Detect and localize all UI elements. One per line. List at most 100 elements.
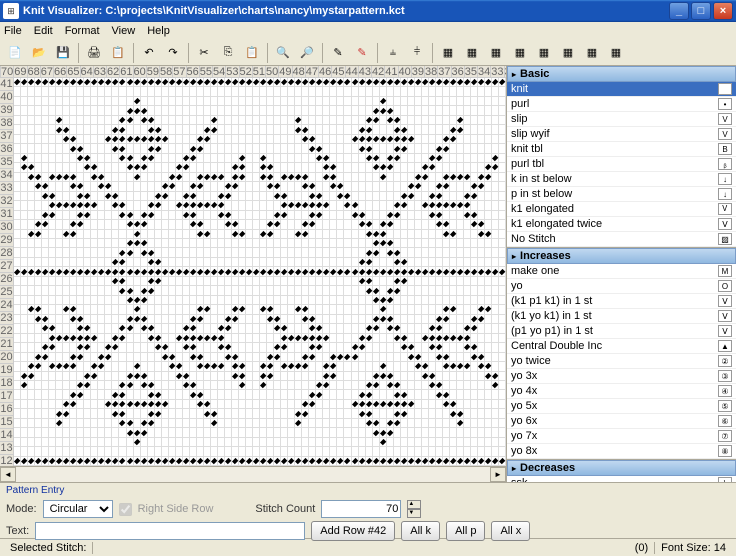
stitch-item[interactable]: ssk\	[507, 476, 736, 482]
copy-icon[interactable]: ⎘	[217, 42, 239, 64]
pattern-entry-title: Pattern Entry	[6, 485, 730, 496]
align-center-icon[interactable]: ⫩	[406, 42, 428, 64]
grid5-icon[interactable]: ▦	[533, 42, 555, 64]
menu-bar: File Edit Format View Help	[0, 22, 736, 40]
stitch-symbol-icon	[718, 83, 732, 95]
app-icon: ⊞	[3, 3, 19, 19]
stitch-symbol-icon: ↓	[718, 188, 732, 200]
scroll-left-icon[interactable]: ◄	[0, 467, 16, 482]
stitch-item[interactable]: (p1 yo p1) in 1 stꓦ	[507, 324, 736, 339]
chevron-right-icon: ▸	[512, 70, 516, 79]
add-row-button[interactable]: Add Row #42	[311, 521, 395, 541]
grid3-icon[interactable]: ▦	[485, 42, 507, 64]
stitch-item[interactable]: knit	[507, 82, 736, 97]
menu-format[interactable]: Format	[65, 25, 100, 37]
grid2-icon[interactable]: ▦	[461, 42, 483, 64]
text-input[interactable]	[35, 522, 305, 540]
stitch-item[interactable]: No Stitch▨	[507, 232, 736, 247]
open-icon[interactable]: 📂	[28, 42, 50, 64]
stitch-item[interactable]: yoO	[507, 279, 736, 294]
stitch-symbol-icon: ▲	[718, 340, 732, 352]
scroll-right-icon[interactable]: ►	[490, 467, 506, 482]
stitch-item[interactable]: yo 7x⑦	[507, 429, 736, 444]
stitch-item[interactable]: yo 5x⑤	[507, 399, 736, 414]
rsr-checkbox	[119, 503, 132, 516]
category-header[interactable]: ▸Increases	[507, 248, 736, 264]
all-k-button[interactable]: All k	[401, 521, 440, 541]
menu-edit[interactable]: Edit	[34, 25, 53, 37]
mode-select[interactable]: Circular	[43, 500, 113, 518]
stitch-symbol-icon: V	[718, 113, 732, 125]
stitch-symbol-icon: ②	[718, 355, 732, 367]
stitch-item[interactable]: yo twice②	[507, 354, 736, 369]
grid1-icon[interactable]: ▦	[437, 42, 459, 64]
stitch-symbol-icon: B	[718, 143, 732, 155]
spinner-up-icon[interactable]: ▲	[407, 500, 421, 509]
maximize-button[interactable]: □	[691, 2, 711, 20]
stitch-symbol-icon: ꓦ	[718, 325, 732, 337]
pencil-icon[interactable]: ✎	[327, 42, 349, 64]
stitch-item[interactable]: p in st below↓	[507, 187, 736, 202]
undo-icon[interactable]: ↶	[138, 42, 160, 64]
text-label: Text:	[6, 525, 29, 537]
stitch-item[interactable]: k1 elongated twiceꓦ	[507, 217, 736, 232]
stitch-item[interactable]: (k1 yo k1) in 1 stꓦ	[507, 309, 736, 324]
stitch-symbol-icon: V	[718, 128, 732, 140]
stitch-item[interactable]: yo 6x⑥	[507, 414, 736, 429]
stitch-item[interactable]: knit tblB	[507, 142, 736, 157]
save-icon[interactable]: 💾	[52, 42, 74, 64]
zoom-out-icon[interactable]: 🔎	[296, 42, 318, 64]
chevron-right-icon: ▸	[512, 252, 516, 261]
stitch-symbol-icon: ③	[718, 370, 732, 382]
stitch-item[interactable]: yo 3x③	[507, 369, 736, 384]
stitch-symbol-icon: ⑧	[718, 445, 732, 457]
stitch-item[interactable]: k1 elongatedᏙ	[507, 202, 736, 217]
stitch-item[interactable]: slipV	[507, 112, 736, 127]
stitch-symbol-icon: •	[718, 98, 732, 110]
all-p-button[interactable]: All p	[446, 521, 485, 541]
title-bar: ⊞ Knit Visualizer: C:\projects\KnitVisua…	[0, 0, 736, 22]
redo-icon[interactable]: ↷	[162, 42, 184, 64]
stitch-item[interactable]: k in st below↓	[507, 172, 736, 187]
toolbar: 📄 📂 💾 🖨 📋 ↶ ↷ ✂ ⎘ 📋 🔍 🔎 ✎ ✎ ⫨ ⫩ ▦ ▦ ▦ ▦ …	[0, 40, 736, 66]
spinner-down-icon[interactable]: ▼	[407, 509, 421, 518]
menu-help[interactable]: Help	[147, 25, 170, 37]
grid6-icon[interactable]: ▦	[557, 42, 579, 64]
stitch-item[interactable]: (k1 p1 k1) in 1 stꓦ	[507, 294, 736, 309]
stitch-item[interactable]: yo 4x④	[507, 384, 736, 399]
stitch-symbol-icon: M	[718, 265, 732, 277]
grid8-icon[interactable]: ▦	[605, 42, 627, 64]
menu-view[interactable]: View	[112, 25, 136, 37]
align-left-icon[interactable]: ⫨	[382, 42, 404, 64]
stitch-item[interactable]: purl•	[507, 97, 736, 112]
stitch-item[interactable]: make oneM	[507, 264, 736, 279]
menu-file[interactable]: File	[4, 25, 22, 37]
stitch-item[interactable]: Central Double Inc▲	[507, 339, 736, 354]
paste-icon[interactable]: 📋	[241, 42, 263, 64]
category-header[interactable]: ▸Decreases	[507, 460, 736, 476]
grid4-icon[interactable]: ▦	[509, 42, 531, 64]
stitch-item[interactable]: slip wyifV	[507, 127, 736, 142]
stitch-count-input[interactable]	[321, 500, 401, 518]
stitch-item[interactable]: yo 8x⑧	[507, 444, 736, 459]
grid7-icon[interactable]: ▦	[581, 42, 603, 64]
close-button[interactable]: ×	[713, 2, 733, 20]
new-icon[interactable]: 📄	[4, 42, 26, 64]
stitch-symbol-icon: \	[718, 477, 732, 482]
cut-icon[interactable]: ✂	[193, 42, 215, 64]
print-icon[interactable]: 🖨	[83, 42, 105, 64]
export-icon[interactable]: 📋	[107, 42, 129, 64]
stitch-symbol-icon: ⑤	[718, 400, 732, 412]
stitch-count-label: Stitch Count	[255, 503, 315, 515]
eraser-icon[interactable]: ✎	[351, 42, 373, 64]
rsr-label: Right Side Row	[138, 503, 214, 515]
zoom-in-icon[interactable]: 🔍	[272, 42, 294, 64]
all-x-button[interactable]: All x	[491, 521, 530, 541]
stitch-item[interactable]: purl tblᵦ	[507, 157, 736, 172]
stitch-panel: ▸Basicknitpurl•slipVslip wyifVknit tblBp…	[506, 66, 736, 482]
horizontal-scrollbar[interactable]: ◄ ►	[0, 466, 506, 482]
chart-area[interactable]: 7069686766656463626160595857565554535251…	[0, 66, 506, 482]
minimize-button[interactable]: _	[669, 2, 689, 20]
stitch-symbol-icon: ⑥	[718, 415, 732, 427]
category-header[interactable]: ▸Basic	[507, 66, 736, 82]
